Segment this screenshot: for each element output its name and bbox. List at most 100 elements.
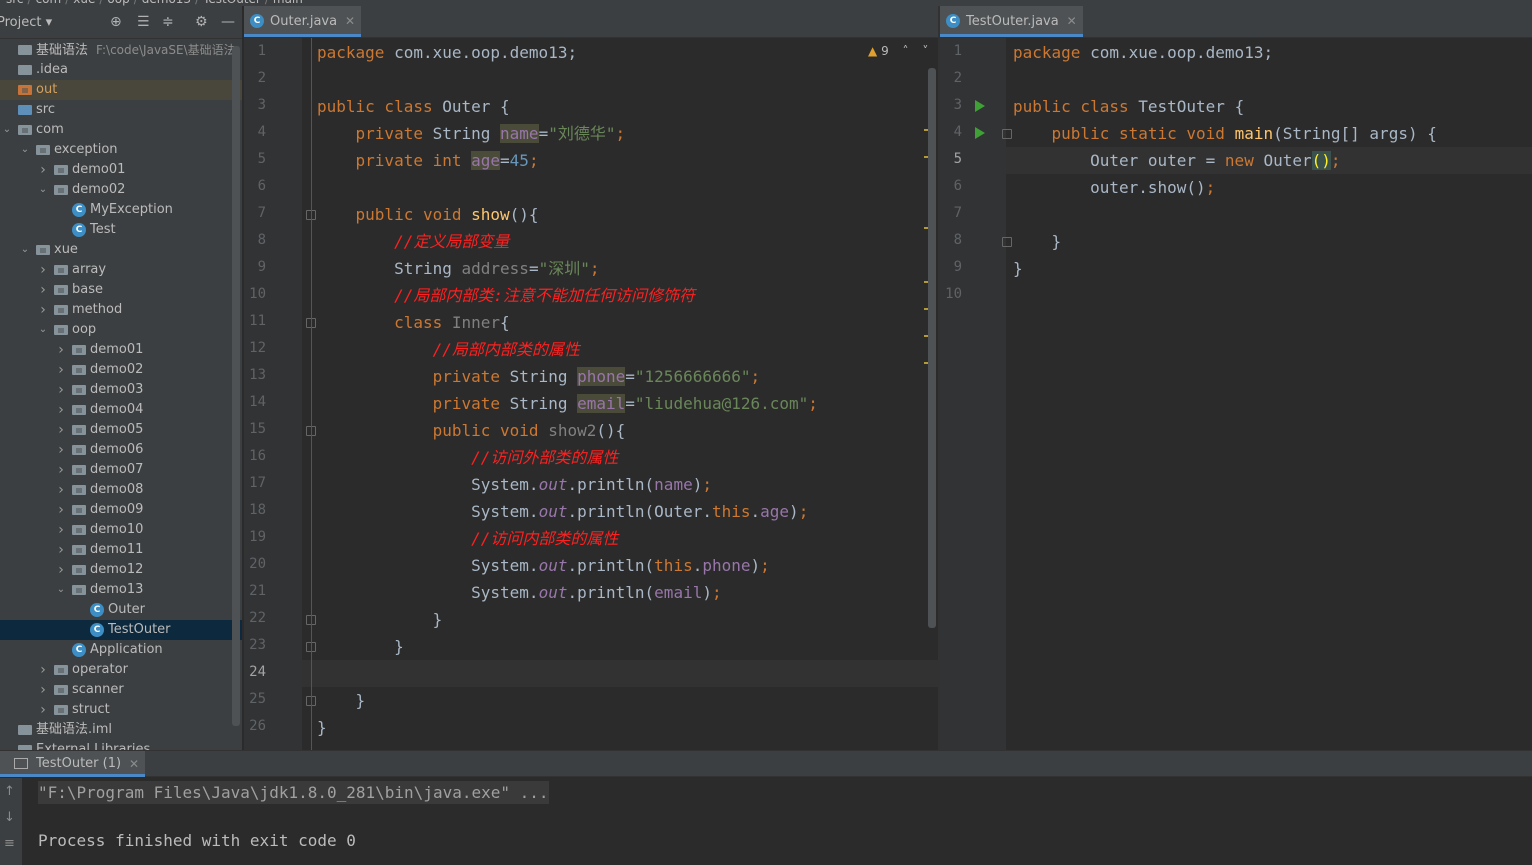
tree-item-src[interactable]: src	[0, 100, 242, 120]
tree-item-demo05[interactable]: › demo05	[0, 420, 242, 440]
close-icon[interactable]: ✕	[1067, 6, 1077, 37]
tree-item-demo09[interactable]: › demo09	[0, 500, 242, 520]
chevron-right-icon[interactable]: ›	[56, 440, 66, 460]
tree-item-demo06[interactable]: › demo06	[0, 440, 242, 460]
tree-item-application[interactable]: C Application	[0, 640, 242, 660]
chevron-right-icon[interactable]: ›	[38, 700, 48, 720]
fold-marker-icon[interactable]	[1002, 129, 1012, 139]
run-gutter-icon[interactable]	[975, 100, 985, 112]
tree-item-operator[interactable]: › operator	[0, 660, 242, 680]
tree-item-exception[interactable]: ⌄ exception	[0, 140, 242, 160]
locate-icon[interactable]: ⊕	[110, 14, 122, 30]
tree-item-demo04[interactable]: › demo04	[0, 400, 242, 420]
chevron-right-icon[interactable]: ›	[56, 380, 66, 400]
tree-item-base[interactable]: › base	[0, 280, 242, 300]
warning-indicator[interactable]: ▲ 9 ˄ ˅	[868, 44, 928, 58]
tree-item-test[interactable]: C Test	[0, 220, 242, 240]
tree-item-demo03[interactable]: › demo03	[0, 380, 242, 400]
code-token: ;	[528, 151, 539, 170]
chevron-right-icon[interactable]: ›	[56, 420, 66, 440]
tree-item-com[interactable]: ⌄ com	[0, 120, 242, 140]
chevron-down-icon[interactable]: ⌄	[38, 180, 48, 200]
tree-item-outer[interactable]: C Outer	[0, 600, 242, 620]
line-number: 10	[945, 286, 962, 302]
code-token: public static void	[1051, 124, 1235, 143]
tree-item-scanner[interactable]: › scanner	[0, 680, 242, 700]
chevron-right-icon[interactable]: ›	[38, 280, 48, 300]
hide-icon[interactable]: —	[221, 14, 235, 30]
chevron-down-icon[interactable]: ˅	[922, 44, 928, 58]
tree-item-myexception[interactable]: C MyException	[0, 200, 242, 220]
left-code-editor[interactable]: 1 2 3 4 5 6 7 8 9 10 11 12 13 14 15 16 17 18 19 20 21 22 23 24 2…	[244, 38, 938, 750]
chevron-right-icon[interactable]: ›	[38, 680, 48, 700]
chevron-right-icon[interactable]: ›	[56, 480, 66, 500]
expand-all-icon[interactable]: ☰	[137, 14, 150, 30]
tree-item-demo13[interactable]: ⌄ demo13	[0, 580, 242, 600]
project-view-selector[interactable]: Project ▾	[0, 15, 52, 30]
tree-item-demo12[interactable]: › demo12	[0, 560, 242, 580]
run-gutter-icon[interactable]	[975, 127, 985, 139]
fold-marker-icon[interactable]	[1002, 237, 1012, 247]
tree-item-demo08[interactable]: › demo08	[0, 480, 242, 500]
close-icon[interactable]: ✕	[129, 751, 139, 777]
code-token: public void	[432, 421, 549, 440]
chevron-right-icon[interactable]: ›	[56, 340, 66, 360]
run-tab[interactable]: TestOuter (1) ✕	[0, 751, 146, 777]
folder-icon	[72, 585, 86, 595]
tab-outer-java[interactable]: C Outer.java ✕	[244, 6, 362, 37]
tree-item-demo10[interactable]: › demo10	[0, 520, 242, 540]
chevron-down-icon[interactable]: ⌄	[2, 120, 12, 140]
chevron-right-icon[interactable]: ›	[56, 400, 66, 420]
arrow-down-icon[interactable]: ↓	[4, 810, 15, 825]
tree-item--[interactable]: 基础语法 F:\code\JavaSE\基础语法	[0, 40, 242, 60]
tree-item--idea[interactable]: .idea	[0, 60, 242, 80]
tree-item-demo02[interactable]: › demo02	[0, 360, 242, 380]
right-code-editor[interactable]: 1 2 3 4 5 6 7 8 9 10 package com.xue.oop.demo13; p…	[940, 38, 1532, 750]
gear-icon[interactable]: ⚙	[195, 14, 208, 30]
tree-item-demo01[interactable]: › demo01	[0, 160, 242, 180]
chevron-right-icon[interactable]: ›	[56, 460, 66, 480]
run-panel: TestOuter (1) ✕ ↑ ↓ ≡ "F:\Program Files\J…	[0, 750, 1532, 865]
soft-wrap-icon[interactable]: ≡	[4, 836, 15, 851]
tree-item-text: demo08	[90, 480, 143, 500]
chevron-down-icon[interactable]: ⌄	[38, 320, 48, 340]
tree-item-demo07[interactable]: › demo07	[0, 460, 242, 480]
tree-item-demo01[interactable]: › demo01	[0, 340, 242, 360]
sidebar-scrollbar[interactable]	[232, 46, 240, 726]
chevron-right-icon[interactable]: ›	[56, 360, 66, 380]
close-icon[interactable]: ✕	[345, 6, 355, 37]
code-token: Outer outer =	[1013, 151, 1225, 170]
tree-item-xue[interactable]: ⌄ xue	[0, 240, 242, 260]
editor-scrollbar[interactable]	[928, 68, 936, 628]
chevron-right-icon[interactable]: ›	[56, 520, 66, 540]
tree-item-struct[interactable]: › struct	[0, 700, 242, 720]
chevron-down-icon[interactable]: ⌄	[20, 140, 30, 160]
tree-item-out[interactable]: out	[0, 80, 242, 100]
tree-item--iml[interactable]: 基础语法.iml	[0, 720, 242, 740]
tree-item-testouter[interactable]: C TestOuter	[0, 620, 242, 640]
tree-item-external-libraries[interactable]: External Libraries	[0, 740, 242, 750]
chevron-up-icon[interactable]: ˄	[903, 44, 909, 58]
chevron-right-icon[interactable]: ›	[38, 660, 48, 680]
chevron-right-icon[interactable]: ›	[38, 160, 48, 180]
chevron-right-icon[interactable]: ›	[56, 500, 66, 520]
chevron-right-icon[interactable]: ›	[38, 300, 48, 320]
chevron-right-icon[interactable]: ›	[56, 560, 66, 580]
tab-testouter-java[interactable]: C TestOuter.java ✕	[940, 6, 1083, 37]
tree-item-demo11[interactable]: › demo11	[0, 540, 242, 560]
tree-item-oop[interactable]: ⌄ oop	[0, 320, 242, 340]
tree-item-demo02[interactable]: ⌄ demo02	[0, 180, 242, 200]
code-token: =	[528, 259, 539, 278]
console-output[interactable]: "F:\Program Files\Java\jdk1.8.0_281\bin\…	[38, 781, 549, 850]
tree-item-label: method	[72, 302, 123, 317]
tree-item-array[interactable]: › array	[0, 260, 242, 280]
tree-item-text: oop	[72, 320, 96, 340]
collapse-all-icon[interactable]: ≑	[162, 14, 174, 30]
chevron-down-icon[interactable]: ⌄	[20, 240, 30, 260]
arrow-up-icon[interactable]: ↑	[4, 784, 15, 799]
chevron-down-icon[interactable]: ⌄	[56, 580, 66, 600]
chevron-right-icon[interactable]: ›	[38, 260, 48, 280]
tree-item-method[interactable]: › method	[0, 300, 242, 320]
chevron-right-icon[interactable]: ›	[56, 540, 66, 560]
